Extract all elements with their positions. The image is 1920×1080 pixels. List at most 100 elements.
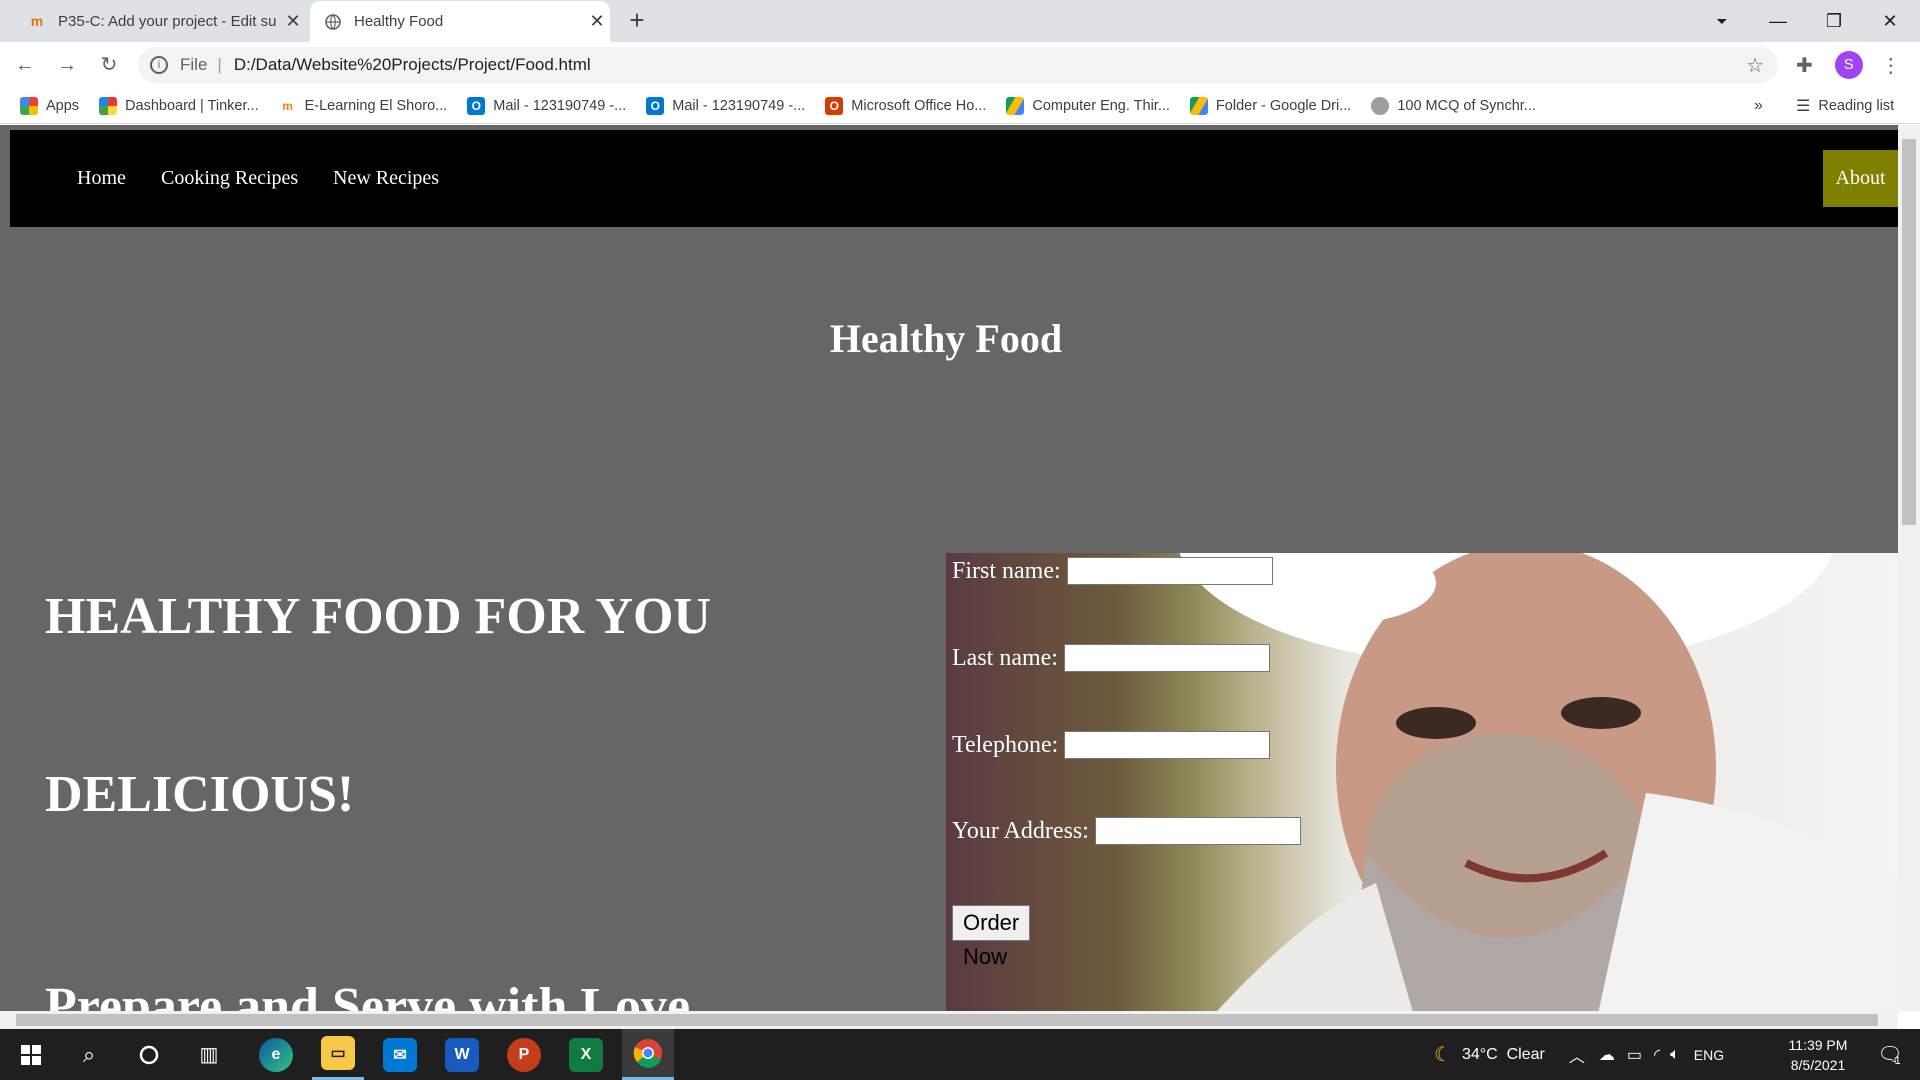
address-row: Your Address: [952, 817, 1301, 845]
bookmark-item[interactable]: Computer Eng. Thir... [1006, 96, 1170, 115]
telephone-label: Telephone: [952, 731, 1059, 758]
tinkercad-icon [99, 96, 118, 115]
tab-project-edit[interactable]: m P35-C: Add your project - Edit su ✕ [14, 0, 306, 42]
tab-healthy-food[interactable]: Healthy Food ✕ [310, 1, 610, 42]
bookmark-label: Folder - Google Dri... [1215, 97, 1352, 114]
info-icon[interactable]: i [150, 56, 168, 74]
file-explorer-icon[interactable]: ▭ [312, 1029, 364, 1080]
task-view-icon[interactable]: ▥ [186, 1029, 232, 1080]
new-tab-button[interactable]: + [622, 6, 652, 36]
clock-date: 8/5/2021 [1790, 1056, 1846, 1073]
restore-icon[interactable]: ❐ [1806, 11, 1862, 32]
order-section: First name: Last name: Telephone: Your A… [946, 553, 1898, 1011]
first-name-row: First name: [952, 557, 1273, 585]
horizontal-scrollbar[interactable] [0, 1011, 1898, 1029]
forward-icon[interactable]: → [50, 48, 84, 82]
chevron-up-icon[interactable]: ︿ [1569, 1043, 1585, 1067]
bookmark-label: Computer Eng. Thir... [1032, 97, 1170, 114]
page-viewport: Home Cooking Recipes New Recipes About H… [0, 125, 1920, 1011]
bookmark-item[interactable]: 100 MCQ of Synchr... [1371, 96, 1536, 115]
last-name-input[interactable] [1063, 644, 1270, 672]
wifi-icon[interactable]: ◜ [1654, 1045, 1660, 1065]
bookmark-item[interactable]: O Mail - 123190749 -... [467, 96, 627, 115]
onedrive-icon[interactable]: ☁ [1599, 1045, 1615, 1065]
weather-moon-icon[interactable]: ☾ [1434, 1042, 1452, 1067]
menu-icon[interactable]: ⋮ [1881, 53, 1901, 78]
close-icon[interactable]: ✕ [584, 11, 610, 32]
bookmark-item[interactable]: m E-Learning El Shoro... [279, 97, 447, 115]
horizontal-scroll-thumb[interactable] [16, 1014, 1878, 1026]
close-window-icon[interactable]: ✕ [1862, 11, 1918, 32]
extensions-icon[interactable]: ✚ [1796, 53, 1813, 78]
site-navbar: Home Cooking Recipes New Recipes About [10, 130, 1898, 227]
headline-delicious: DELICIOUS! [45, 766, 355, 823]
battery-icon[interactable]: ▭ [1627, 1045, 1642, 1065]
bookmark-label: Mail - 123190749 -... [493, 97, 627, 114]
weather-text[interactable]: 34°C Clear [1462, 1046, 1545, 1064]
close-icon[interactable]: ✕ [280, 11, 306, 32]
tinkercad-icon: m [30, 13, 44, 29]
page-title: Healthy Food [829, 316, 1063, 361]
bookmark-item[interactable]: O Microsoft Office Ho... [825, 96, 986, 115]
nav-about-link[interactable]: About [1823, 150, 1898, 207]
windows-start-icon[interactable] [8, 1029, 54, 1080]
bookmark-star-icon[interactable]: ☆ [1746, 53, 1764, 78]
window-controls: ⏷ — ❐ ✕ [1694, 0, 1918, 42]
address-bar[interactable]: i File | D:/Data/Website%20Projects/Proj… [138, 47, 1778, 83]
nav-new-recipes-link[interactable]: New Recipes [333, 130, 439, 227]
notification-count: 1 [1894, 1054, 1901, 1067]
address-separator: | [217, 55, 222, 74]
site-icon [1371, 96, 1390, 115]
reload-icon[interactable]: ↻ [92, 48, 126, 82]
moodle-icon: m [282, 98, 293, 113]
minimize-icon[interactable]: — [1750, 11, 1806, 32]
bookmark-item[interactable]: Dashboard | Tinker... [99, 96, 259, 115]
google-drive-icon [1189, 96, 1208, 115]
clock-time: 11:39 PM [1788, 1036, 1848, 1053]
toolbar-actions: ✚ S ⋮ [1796, 47, 1901, 83]
address-input[interactable] [1094, 817, 1301, 845]
address-label: Your Address: [952, 817, 1089, 844]
mail-icon[interactable]: ✉ [374, 1029, 426, 1080]
office-icon: O [825, 96, 844, 115]
bookmarks-overflow-icon[interactable]: » [1754, 97, 1763, 115]
search-icon[interactable]: ⌕ [66, 1029, 112, 1080]
browser-toolbar: ← → ↻ i File | D:/Data/Website%20Project… [0, 42, 1920, 88]
address-scheme: File [180, 55, 208, 74]
first-name-input[interactable] [1066, 557, 1273, 585]
volume-icon[interactable]: 🔈︎ [1670, 1046, 1680, 1064]
cortana-icon[interactable] [126, 1029, 172, 1080]
bookmark-label: 100 MCQ of Synchr... [1397, 97, 1536, 114]
chrome-icon[interactable] [622, 1029, 674, 1080]
language-indicator[interactable]: ENG [1694, 1047, 1724, 1063]
notifications-icon[interactable]: 🗨︎ 1 [1866, 1029, 1912, 1080]
headline-healthy-food: HEALTHY FOOD FOR YOU [45, 588, 711, 645]
bookmark-label: Dashboard | Tinker... [125, 97, 259, 114]
back-icon[interactable]: ← [8, 48, 42, 82]
word-icon[interactable]: W [436, 1029, 488, 1080]
nav-cooking-recipes-link[interactable]: Cooking Recipes [161, 130, 298, 227]
excel-icon[interactable]: X [560, 1029, 612, 1080]
bookmark-item[interactable]: O Mail - 123190749 -... [646, 96, 805, 115]
reading-list-icon: ☰ [1796, 97, 1811, 115]
globe-icon [324, 13, 342, 31]
tab-search-icon[interactable]: ⏷ [1694, 13, 1750, 30]
tab-title: Healthy Food [354, 13, 444, 30]
vertical-scrollbar[interactable] [1898, 125, 1920, 1011]
address-url[interactable]: D:/Data/Website%20Projects/Project/Food.… [234, 55, 591, 75]
nav-home-link[interactable]: Home [77, 130, 126, 227]
tab-title: P35-C: Add your project - Edit su [58, 12, 277, 30]
clock[interactable]: 11:39 PM 8/5/2021 [1770, 1029, 1866, 1080]
apps-grid-icon [20, 96, 38, 115]
vertical-scroll-thumb[interactable] [1902, 139, 1916, 525]
telephone-input[interactable] [1064, 731, 1271, 759]
bookmark-item[interactable]: Folder - Google Dri... [1189, 96, 1352, 115]
powerpoint-icon[interactable]: P [498, 1029, 550, 1080]
reading-list-label: Reading list [1818, 97, 1895, 114]
edge-icon[interactable]: e [250, 1029, 302, 1080]
google-drive-icon [1006, 96, 1025, 115]
bookmark-apps[interactable]: Apps [20, 96, 79, 115]
reading-list-button[interactable]: ☰ Reading list [1796, 96, 1894, 116]
profile-avatar[interactable]: S [1834, 51, 1863, 79]
order-now-button[interactable]: Order Now [952, 905, 1031, 969]
